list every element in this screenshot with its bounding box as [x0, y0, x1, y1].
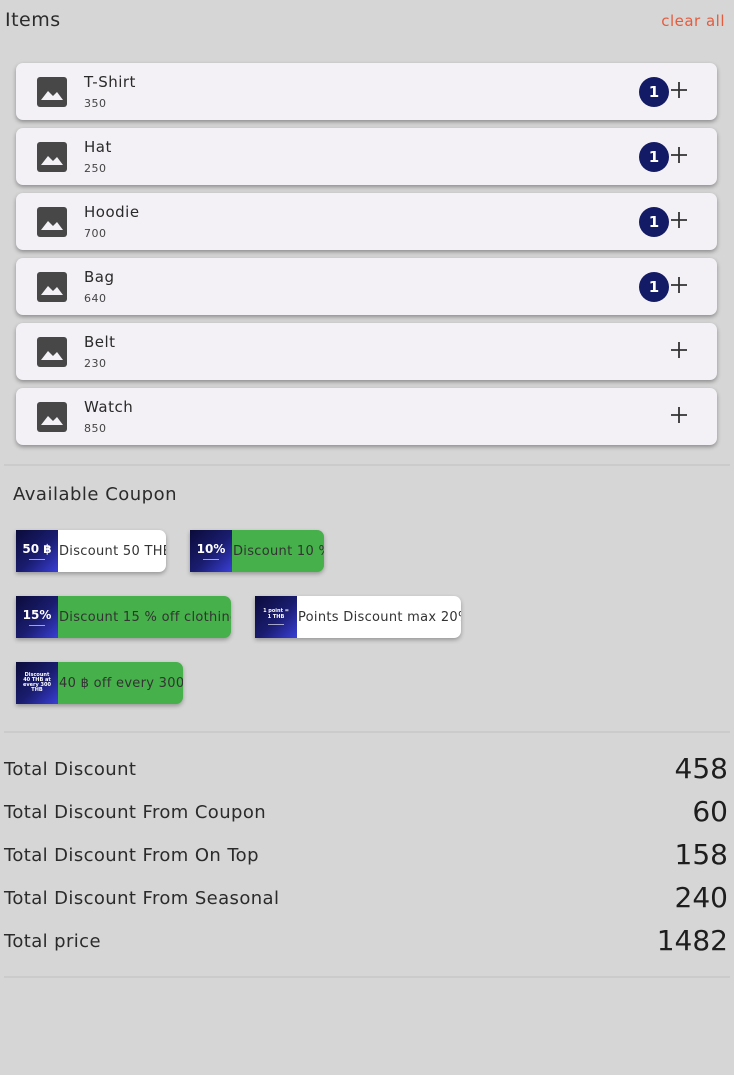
coupon-badge-text: 1 point = 1 THB: [263, 608, 289, 620]
total-discount-row: Total Discount 458: [4, 750, 728, 793]
total-price-row: Total price 1482: [4, 922, 728, 965]
item-name: Bag: [84, 268, 115, 286]
total-discount-value: 458: [674, 752, 728, 785]
coupon-label: Discount 10 %: [233, 543, 324, 559]
item-name: Hoodie: [84, 203, 140, 221]
section-divider: [4, 976, 730, 978]
list-item: Bag 640 1: [16, 258, 717, 315]
seasonal-discount-value: 240: [674, 881, 728, 914]
plus-icon[interactable]: [668, 404, 690, 426]
badge-underline: [268, 623, 284, 625]
coupon-badge-text: Discount 40 THB at every 300 THB: [23, 671, 51, 694]
coupon-discount-15-percent-clothing[interactable]: 15% Discount 15 % off clothing: [16, 596, 231, 638]
clear-all-button[interactable]: clear all: [661, 12, 725, 30]
image-placeholder-icon: [37, 77, 67, 107]
total-price-label: Total price: [4, 931, 101, 952]
coupon-points-discount[interactable]: 1 point = 1 THB Points Discount max 20%: [255, 596, 461, 638]
list-item: Belt 230: [16, 323, 717, 380]
item-price: 230: [84, 357, 107, 370]
coupon-section-title: Available Coupon: [13, 484, 178, 505]
coupon-label: Discount 50 THB: [59, 543, 166, 559]
badge-underline: [203, 558, 219, 560]
section-divider: [4, 731, 730, 733]
item-name: Belt: [84, 333, 116, 351]
coupon-badge-text: 50 ฿: [22, 541, 52, 556]
plus-icon[interactable]: [668, 274, 690, 296]
coupon-label: Discount 15 % off clothing: [59, 609, 231, 625]
coupon-badge-text: 10%: [196, 541, 226, 556]
list-item: Watch 850: [16, 388, 717, 445]
total-discount-label: Total Discount: [4, 759, 137, 780]
coupon-discount-label: Total Discount From Coupon: [4, 802, 267, 823]
ontop-discount-label: Total Discount From On Top: [4, 845, 259, 866]
image-placeholder-icon: [37, 207, 67, 237]
coupon-discount-10-percent[interactable]: 10% Discount 10 %: [190, 530, 324, 572]
coupon-badge: 15%: [16, 596, 58, 638]
quantity-badge: 1: [639, 142, 669, 172]
item-price: 700: [84, 227, 107, 240]
item-list: T-Shirt 350 1 Hat 250 1 Hoodie 700 1 Bag…: [16, 63, 717, 453]
image-placeholder-icon: [37, 272, 67, 302]
quantity-badge: 1: [639, 272, 669, 302]
image-placeholder-icon: [37, 402, 67, 432]
seasonal-discount-label: Total Discount From Seasonal: [4, 888, 280, 909]
coupon-40-off-every-300[interactable]: Discount 40 THB at every 300 THB 40 ฿ of…: [16, 662, 183, 704]
item-name: Watch: [84, 398, 134, 416]
seasonal-discount-row: Total Discount From Seasonal 240: [4, 879, 728, 922]
plus-icon[interactable]: [668, 79, 690, 101]
ontop-discount-row: Total Discount From On Top 158: [4, 836, 728, 879]
quantity-badge: 1: [639, 207, 669, 237]
list-item: Hoodie 700 1: [16, 193, 717, 250]
plus-icon[interactable]: [668, 144, 690, 166]
quantity-badge: 1: [639, 77, 669, 107]
list-item: Hat 250 1: [16, 128, 717, 185]
coupon-label: Points Discount max 20%: [298, 609, 461, 625]
item-price: 350: [84, 97, 107, 110]
item-price: 250: [84, 162, 107, 175]
price-summary: Total Discount 458 Total Discount From C…: [4, 750, 728, 965]
plus-icon[interactable]: [668, 339, 690, 361]
item-price: 640: [84, 292, 107, 305]
coupon-badge: 50 ฿: [16, 530, 58, 572]
list-item: T-Shirt 350 1: [16, 63, 717, 120]
coupon-discount-value: 60: [692, 795, 728, 828]
coupon-badge-text: 15%: [22, 607, 52, 622]
ontop-discount-value: 158: [674, 838, 728, 871]
badge-underline: [29, 558, 45, 560]
coupon-badge: Discount 40 THB at every 300 THB: [16, 662, 58, 704]
plus-icon[interactable]: [668, 209, 690, 231]
total-price-value: 1482: [656, 924, 728, 957]
item-name: T-Shirt: [84, 73, 136, 91]
badge-underline: [29, 624, 45, 626]
coupon-discount-row: Total Discount From Coupon 60: [4, 793, 728, 836]
coupon-label: 40 ฿ off every 300฿: [59, 675, 183, 691]
items-header: Items clear all: [0, 0, 734, 44]
section-divider: [4, 464, 730, 466]
image-placeholder-icon: [37, 142, 67, 172]
image-placeholder-icon: [37, 337, 67, 367]
coupon-badge: 1 point = 1 THB: [255, 596, 297, 638]
coupon-badge: 10%: [190, 530, 232, 572]
item-price: 850: [84, 422, 107, 435]
item-name: Hat: [84, 138, 112, 156]
coupon-discount-50-thb[interactable]: 50 ฿ Discount 50 THB: [16, 530, 166, 572]
items-title: Items: [5, 9, 61, 31]
